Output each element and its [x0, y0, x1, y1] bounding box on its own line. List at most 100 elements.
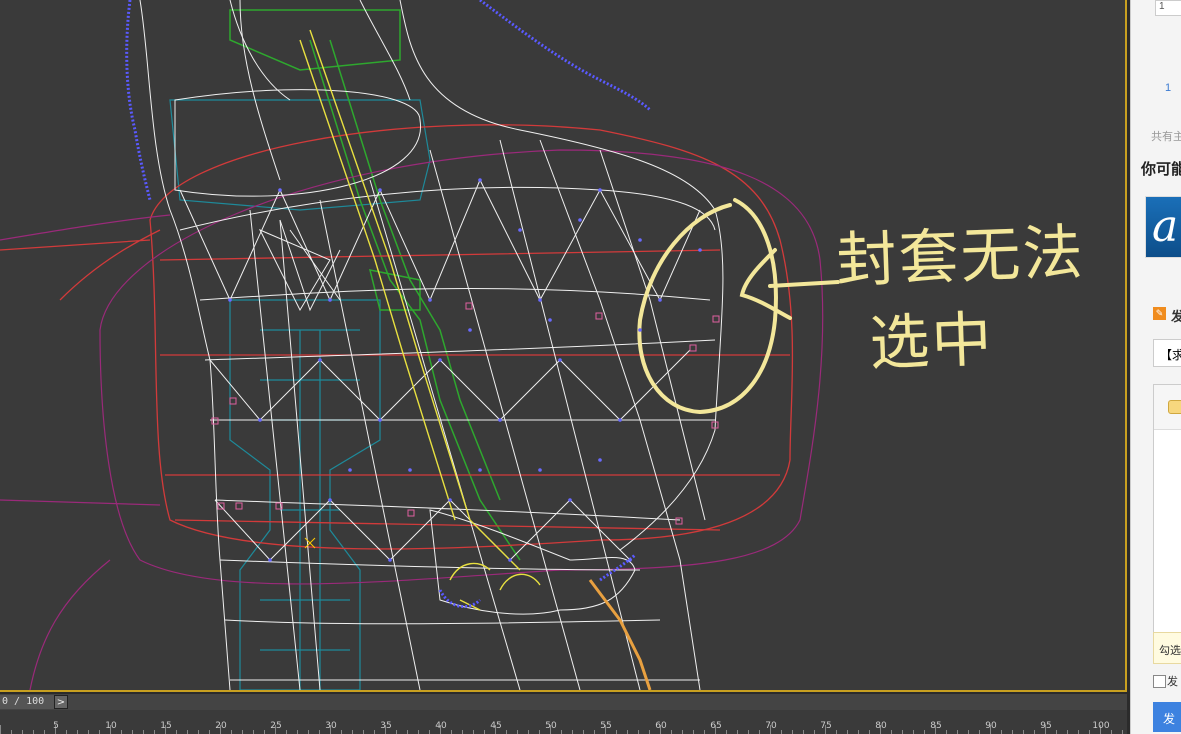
vertex-dot: [498, 418, 502, 422]
vertex-dot: [538, 298, 542, 302]
ruler-tick: [968, 730, 969, 734]
ruler-tick: [1122, 730, 1123, 734]
ruler-tick: [1023, 730, 1024, 734]
logo-glyph: a: [1152, 201, 1179, 252]
ruler-tick: [352, 730, 353, 734]
ruler-tick: [836, 730, 837, 734]
ruler-tick: [1067, 730, 1068, 734]
vertex-dot: [518, 228, 522, 232]
ruler-tick: [462, 730, 463, 734]
vertex-dot: [278, 188, 282, 192]
ruler-tick: [946, 730, 947, 734]
green-bone: [229, 9, 521, 561]
ruler-tick: [1078, 730, 1079, 734]
ruler-tick: [22, 730, 23, 734]
ruler-tick: [429, 730, 430, 734]
ruler-tick: [528, 730, 529, 734]
edit-icon: ✎: [1153, 307, 1166, 320]
ruler-label: 25: [270, 721, 282, 731]
vertex-dot: [228, 298, 232, 302]
ruler-tick: [374, 730, 375, 734]
vertex-dot: [478, 178, 482, 182]
ruler-tick: [693, 730, 694, 734]
ruler-tick: [858, 730, 859, 734]
ruler-label: 30: [325, 721, 337, 731]
option-checkbox-label: 发: [1167, 676, 1178, 688]
ruler-tick: [121, 730, 122, 734]
vertex-dot: [598, 458, 602, 462]
annotation-arrow: [739, 248, 840, 320]
vertex-dot: [558, 358, 562, 362]
vertex-dot: [348, 468, 352, 472]
ruler-tick: [704, 730, 705, 734]
emoticon-icon[interactable]: [1168, 400, 1181, 414]
ruler-label: 5: [53, 721, 59, 731]
ruler-tick: [253, 730, 254, 734]
ruler-label: 80: [875, 721, 887, 731]
total-count-text: 共有主: [1151, 131, 1181, 143]
frame-counter[interactable]: 0 / 100: [0, 695, 54, 709]
vertex-dot: [438, 358, 442, 362]
frame-ruler[interactable]: 5 10 15 20 25 30 35 40 45 50 55 60 65 70 75 80 85 90 95 100: [0, 710, 1127, 734]
title-input[interactable]: 【求: [1153, 339, 1181, 367]
ruler-tick: [792, 730, 793, 734]
ruler-tick: [286, 730, 287, 734]
ruler-tick: [264, 730, 265, 734]
ruler-label: 65: [710, 721, 722, 731]
pager-box[interactable]: 1: [1155, 0, 1181, 16]
vertex-dot: [658, 298, 662, 302]
vertex-dot: [478, 468, 482, 472]
ruler-tick: [308, 730, 309, 734]
vertex-dot: [618, 418, 622, 422]
ruler-tick: [154, 730, 155, 734]
envelope-red: [0, 124, 794, 550]
ruler-tick: [187, 730, 188, 734]
ruler-label: 85: [930, 721, 942, 731]
vertex-dot: [388, 558, 392, 562]
vertex-dot: [328, 498, 332, 502]
ruler-tick: [869, 730, 870, 734]
vertex-dot: [408, 468, 412, 472]
tip-box: 勾选: [1153, 632, 1181, 664]
next-frame-button[interactable]: >: [54, 695, 68, 709]
ruler-tick: [979, 730, 980, 734]
ruler-label: 100: [1092, 721, 1110, 731]
vertex-dot: [598, 188, 602, 192]
ruler-tick: [902, 730, 903, 734]
option-checkbox[interactable]: [1153, 675, 1166, 688]
ruler-label: 60: [655, 721, 667, 731]
timeline: 0 / 100 > 5 10 15 20 25 30 35 40 45 50 55 60 65 70 75 8…: [0, 694, 1127, 734]
related-thumbnail[interactable]: a: [1145, 196, 1181, 258]
ruler-label: 90: [985, 721, 997, 731]
ruler-tick: [583, 730, 584, 734]
ruler-tick: [198, 730, 199, 734]
right-web-panel: 1 1 共有主 你可能 a ✎ 发 【求 勾选 发 发: [1130, 0, 1181, 734]
ruler-tick: [847, 730, 848, 734]
ruler-tick: [627, 730, 628, 734]
vertex-dot: [318, 358, 322, 362]
ruler-tick: [209, 730, 210, 734]
time-slider[interactable]: 0 / 100 >: [0, 694, 1127, 711]
ruler-tick: [363, 730, 364, 734]
vertex-dot: [328, 298, 332, 302]
ruler-tick: [737, 730, 738, 734]
ruler-tick: [88, 730, 89, 734]
vertex-dot: [538, 468, 542, 472]
ruler-tick: [451, 730, 452, 734]
page-number-link[interactable]: 1: [1165, 82, 1171, 94]
3d-viewport[interactable]: 封套无法 选中: [0, 0, 1127, 692]
vertex-dot: [638, 328, 642, 332]
ruler-label: 55: [600, 721, 612, 731]
submit-button[interactable]: 发: [1153, 702, 1181, 732]
white-wireframe: [139, 0, 724, 690]
ruler-tick: [638, 730, 639, 734]
reply-editor[interactable]: [1153, 384, 1181, 656]
ruler-tick: [671, 730, 672, 734]
ruler-tick: [814, 730, 815, 734]
ruler-tick: [616, 730, 617, 734]
teal-inner-mesh: [169, 99, 431, 690]
ruler-tick: [143, 730, 144, 734]
ruler-tick: [517, 730, 518, 734]
ruler-label: 45: [490, 721, 502, 731]
vertex-dot: [428, 298, 432, 302]
